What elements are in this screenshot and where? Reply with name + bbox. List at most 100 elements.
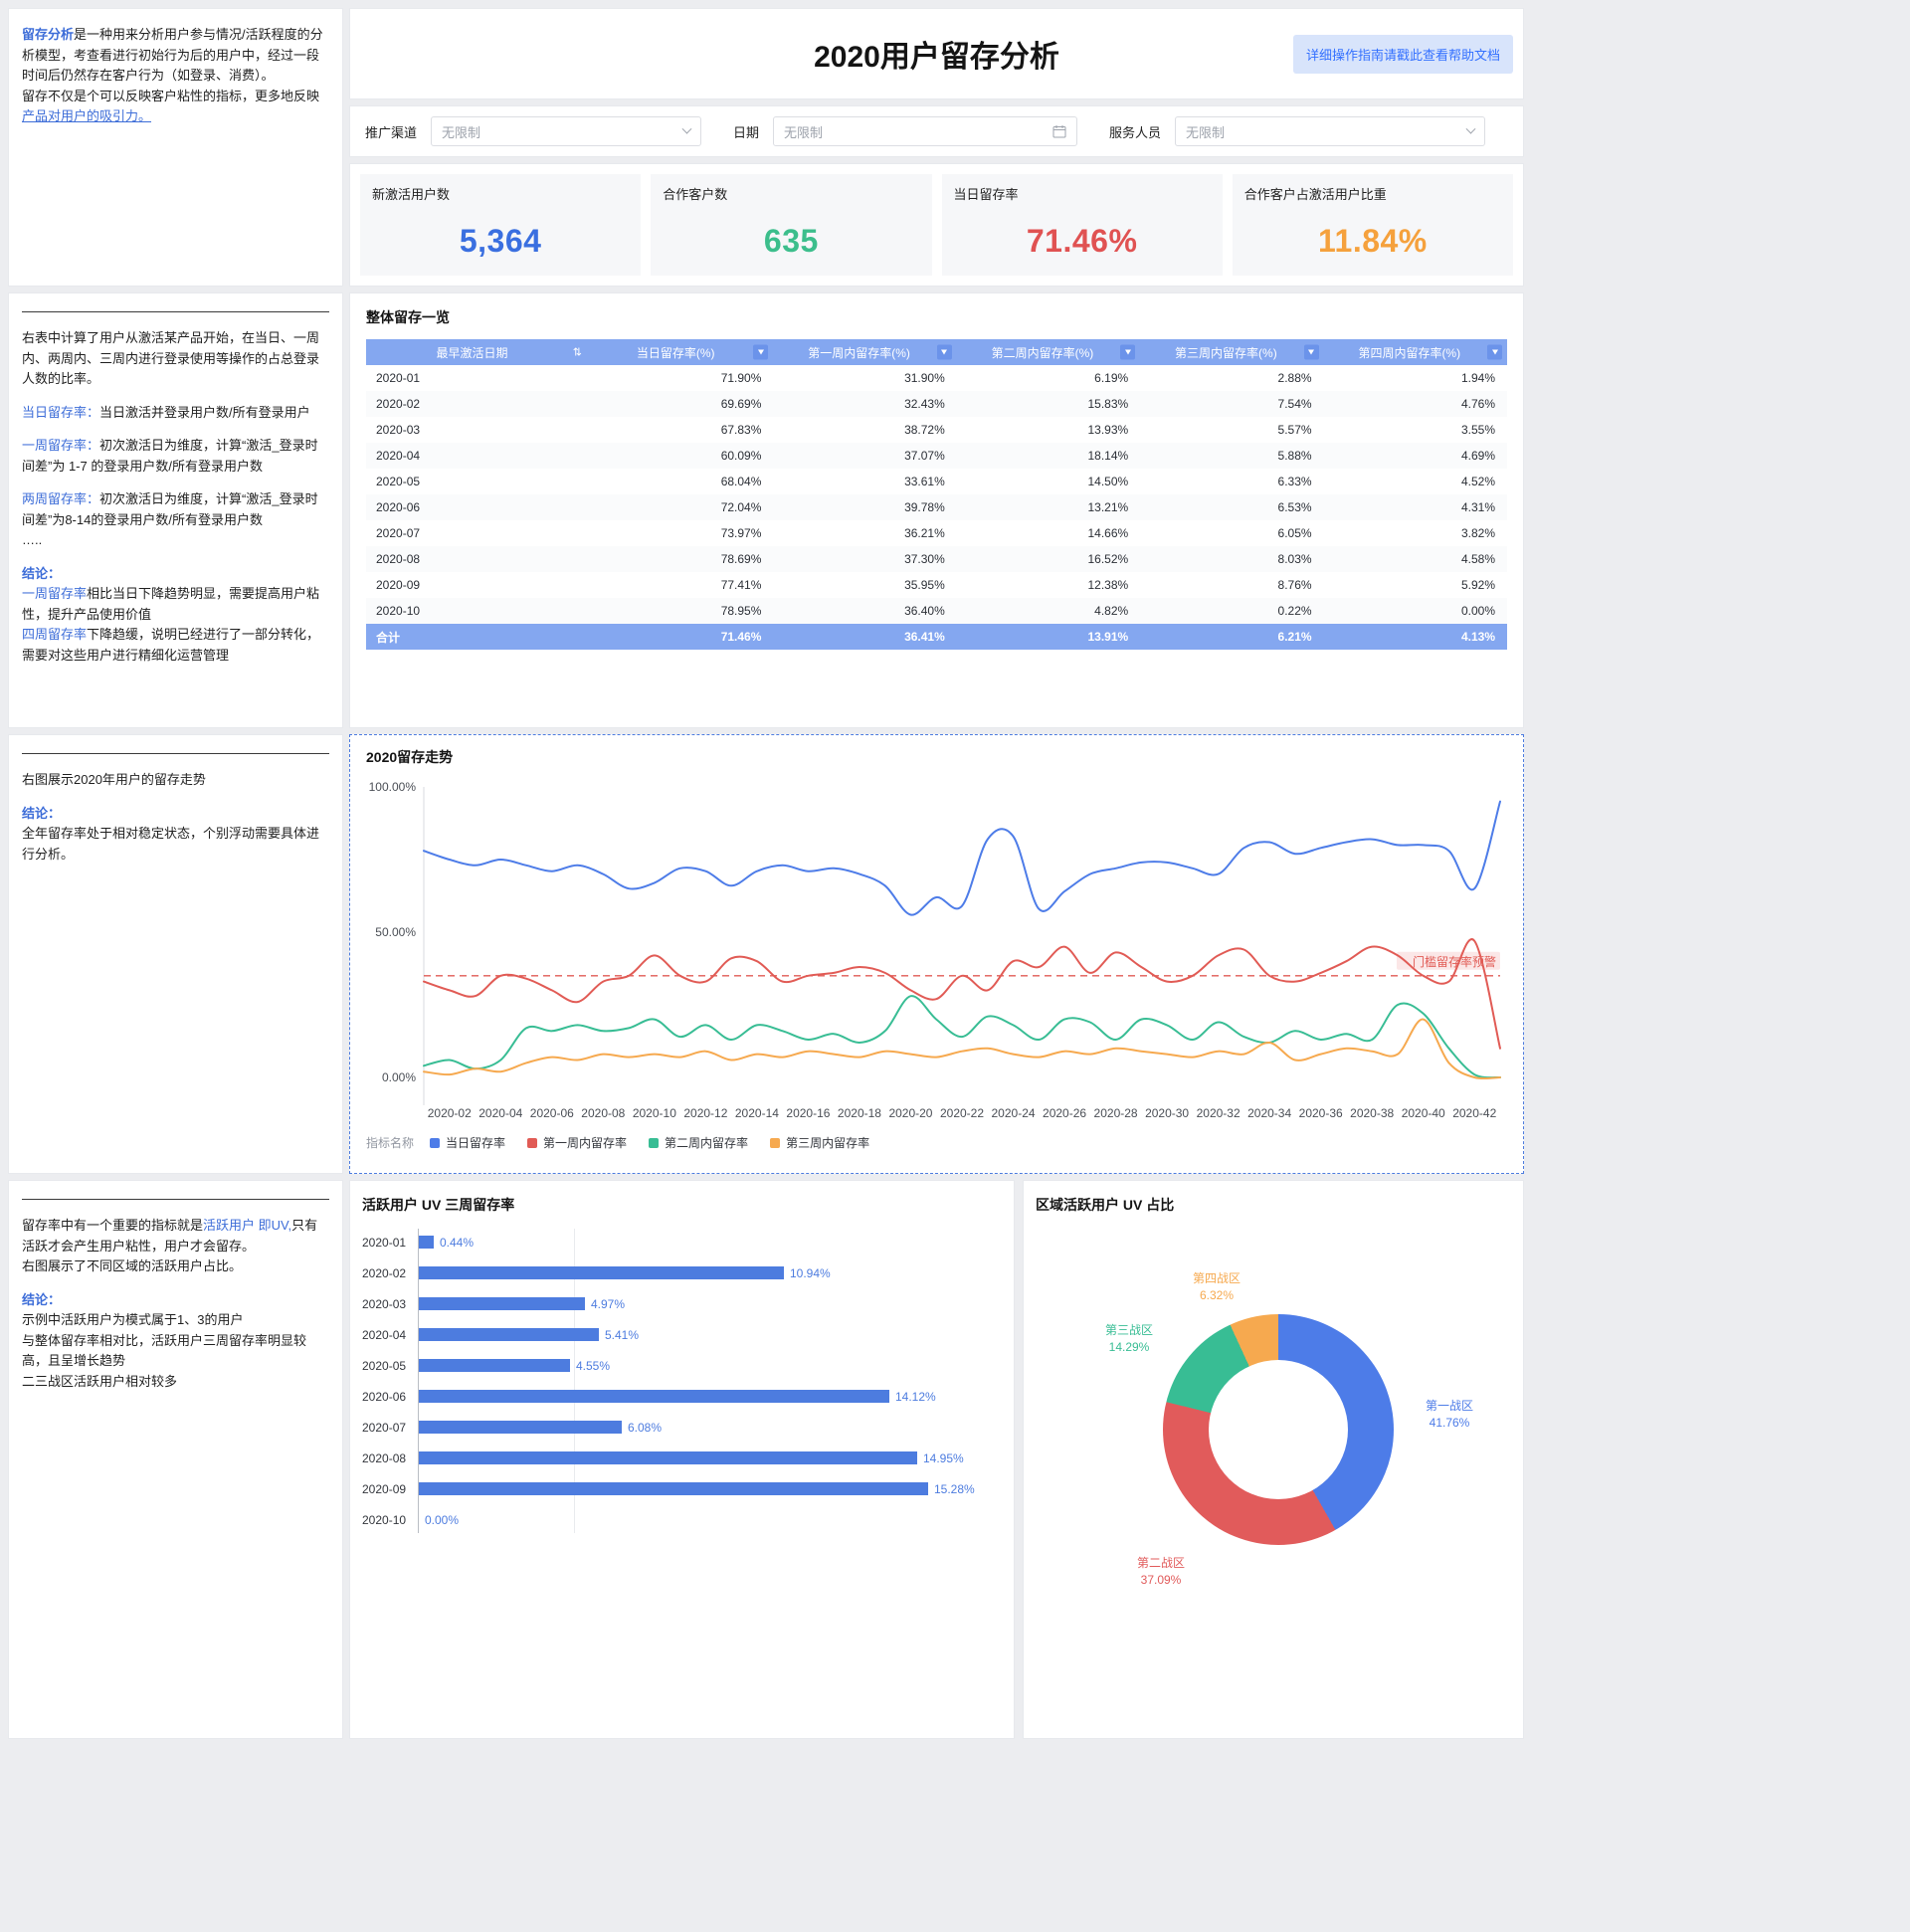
bar-value-label: 0.44% [440, 1236, 474, 1250]
kpi-label: 合作客户占激活用户比重 [1244, 184, 1501, 203]
series-line-第一周内留存率[interactable] [424, 939, 1500, 1049]
staff-select[interactable]: 无限制 [1175, 116, 1485, 146]
bar-row: 2020-0915.28% [362, 1473, 1002, 1504]
sidebar-text: 右表中计算了用户从激活某产品开始，在当日、一周内、两周内、三周内进行登录使用等操… [22, 330, 319, 386]
legend-item[interactable]: 第一周内留存率 [527, 1134, 627, 1151]
kpi-row: 新激活用户数 5,364 合作客户数 635 当日留存率 71.46% 合作客户… [349, 163, 1524, 287]
table-header-label: 第四周内留存率(%) [1358, 346, 1460, 360]
bar[interactable] [419, 1236, 434, 1249]
x-axis-label: 2020-38 [1350, 1106, 1394, 1120]
region-donut-chart[interactable]: 第一战区41.76%第二战区37.09%第三战区14.29%第四战区6.32% [1036, 1227, 1511, 1724]
bar[interactable] [419, 1297, 585, 1310]
filter-icon[interactable] [1487, 345, 1502, 360]
table-row[interactable]: 2020-0171.90%31.90%6.19%2.88%1.94% [366, 365, 1507, 391]
table-row[interactable]: 2020-0672.04%39.78%13.21%6.53%4.31% [366, 494, 1507, 520]
legend-item[interactable]: 第二周内留存率 [649, 1134, 748, 1151]
table-row[interactable]: 2020-0977.41%35.95%12.38%8.76%5.92% [366, 572, 1507, 598]
series-line-第三周内留存率[interactable] [424, 1020, 1500, 1079]
sidebar-text-highlight: 结论： [22, 806, 61, 821]
bar[interactable] [419, 1328, 599, 1341]
bar-row: 2020-076.08% [362, 1412, 1002, 1443]
kpi-label: 合作客户数 [663, 184, 919, 203]
sidebar-paragraph: 右图展示2020年用户的留存走势 [22, 770, 329, 791]
filter-icon[interactable] [1304, 345, 1319, 360]
donut-ring[interactable] [1163, 1314, 1394, 1545]
bar[interactable] [419, 1451, 917, 1464]
bar-row: 2020-045.41% [362, 1319, 1002, 1350]
bar[interactable] [419, 1266, 784, 1279]
table-header-cell[interactable]: 第一周内留存率(%) [773, 339, 956, 365]
filter-icon[interactable] [937, 345, 952, 360]
spacer [22, 791, 329, 804]
sidebar-paragraph: 示例中活跃用户为模式属于1、3的用户 [22, 1310, 329, 1331]
cell-retention-value: 6.05% [1140, 520, 1323, 546]
y-axis-label: 0.00% [382, 1070, 416, 1084]
cell-retention-value: 36.21% [773, 520, 956, 546]
channel-select-value: 无限制 [442, 122, 480, 141]
table-row[interactable]: 2020-1078.95%36.40%4.82%0.22%0.00% [366, 598, 1507, 624]
chevron-down-icon [1466, 123, 1476, 133]
legend-item[interactable]: 当日留存率 [430, 1134, 505, 1151]
region-donut-panel[interactable]: 区域活跃用户 UV 占比 第一战区41.76%第二战区37.09%第三战区14.… [1023, 1180, 1524, 1739]
sidebar-block-trend-notes: 右图展示2020年用户的留存走势结论： 全年留存率处于相对稳定状态，个别浮动需要具… [8, 734, 343, 1174]
cell-activation-month: 2020-01 [366, 365, 590, 391]
cell-total-value: 71.46% [590, 624, 773, 650]
help-button[interactable]: 详细操作指南请戳此查看帮助文档 [1293, 35, 1513, 74]
table-header-cell[interactable]: 第四周内留存率(%) [1324, 339, 1507, 365]
bar-category-label: 2020-01 [362, 1236, 419, 1250]
trend-chart-panel[interactable]: 2020留存走势 0.00%50.00%100.00%2020-022020-0… [349, 734, 1524, 1174]
cell-retention-value: 5.88% [1140, 443, 1323, 469]
channel-select[interactable]: 无限制 [431, 116, 701, 146]
retention-table: 最早激活日期⇅当日留存率(%)第一周内留存率(%)第二周内留存率(%)第三周内留… [366, 339, 1507, 650]
bar[interactable] [419, 1359, 570, 1372]
sidebar-paragraph: 当日留存率：当日激活并登录用户数/所有登录用户 [22, 403, 329, 424]
x-axis-label: 2020-14 [735, 1106, 779, 1120]
table-row[interactable]: 2020-0568.04%33.61%14.50%6.33%4.52% [366, 469, 1507, 494]
series-line-第二周内留存率[interactable] [424, 996, 1500, 1077]
sidebar-paragraph: 结论： [22, 564, 329, 585]
cell-retention-value: 14.50% [957, 469, 1140, 494]
bar[interactable] [419, 1421, 622, 1434]
bar[interactable] [419, 1482, 928, 1495]
x-axis-label: 2020-02 [428, 1106, 472, 1120]
sort-icon[interactable]: ⇅ [573, 346, 582, 359]
sidebar-text: 全年留存率处于相对稳定状态，个别浮动需要具体进行分析。 [22, 826, 319, 862]
x-axis-label: 2020-16 [786, 1106, 830, 1120]
table-row[interactable]: 2020-0773.97%36.21%14.66%6.05%3.82% [366, 520, 1507, 546]
table-row[interactable]: 2020-0878.69%37.30%16.52%8.03%4.58% [366, 546, 1507, 572]
bar[interactable] [419, 1390, 889, 1403]
page-title: 2020用户留存分析 [814, 32, 1059, 76]
table-row[interactable]: 2020-0269.69%32.43%15.83%7.54%4.76% [366, 391, 1507, 417]
table-row[interactable]: 2020-0367.83%38.72%13.93%5.57%3.55% [366, 417, 1507, 443]
table-header-cell[interactable]: 第三周内留存率(%) [1140, 339, 1323, 365]
cell-retention-value: 31.90% [773, 365, 956, 391]
table-row[interactable]: 2020-0460.09%37.07%18.14%5.88%4.69% [366, 443, 1507, 469]
legend-swatch-icon [649, 1138, 659, 1148]
donut-slice-label: 第二战区37.09% [1119, 1555, 1203, 1590]
series-line-当日留存率[interactable] [424, 802, 1500, 915]
bar-row: 2020-100.00% [362, 1504, 1002, 1535]
cell-total-value: 13.91% [957, 624, 1140, 650]
x-axis-label: 2020-20 [888, 1106, 932, 1120]
trend-line-chart[interactable]: 0.00%50.00%100.00%2020-022020-042020-062… [366, 779, 1507, 1125]
kpi-value: 11.84% [1244, 223, 1501, 260]
donut-slice-label: 第三战区14.29% [1087, 1322, 1171, 1357]
sidebar-text-highlight: 一周留存率： [22, 438, 99, 453]
table-header-cell[interactable]: 当日留存率(%) [590, 339, 773, 365]
table-header-cell[interactable]: 第二周内留存率(%) [957, 339, 1140, 365]
cell-retention-value: 72.04% [590, 494, 773, 520]
date-picker[interactable]: 无限制 [773, 116, 1077, 146]
filter-icon[interactable] [753, 345, 768, 360]
cell-retention-value: 77.41% [590, 572, 773, 598]
cell-retention-value: 78.95% [590, 598, 773, 624]
cell-retention-value: 5.57% [1140, 417, 1323, 443]
filter-icon[interactable] [1120, 345, 1135, 360]
section-divider [22, 753, 329, 754]
uv-bar-chart[interactable]: 2020-010.44%2020-0210.94%2020-034.97%202… [362, 1227, 1002, 1535]
legend-item[interactable]: 第三周内留存率 [770, 1134, 869, 1151]
table-header-cell[interactable]: 最早激活日期⇅ [366, 339, 590, 365]
cell-retention-value: 15.83% [957, 391, 1140, 417]
cell-retention-value: 2.88% [1140, 365, 1323, 391]
uv-bar-chart-panel[interactable]: 活跃用户 UV 三周留存率 2020-010.44%2020-0210.94%2… [349, 1180, 1015, 1739]
cell-retention-value: 60.09% [590, 443, 773, 469]
